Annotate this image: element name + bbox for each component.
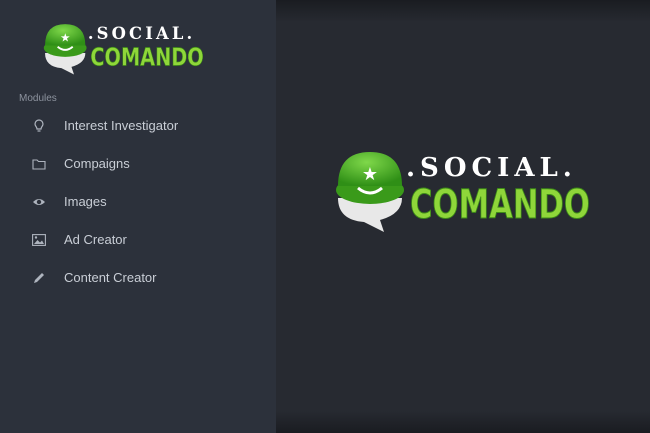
nav-item-label: Content Creator (64, 270, 157, 285)
sidebar: ★ .SOCIAL. COMANDO Modules Interest Inve… (0, 0, 276, 433)
nav-item-ad-creator[interactable]: Ad Creator (0, 221, 276, 259)
modules-section-label: Modules (19, 93, 57, 104)
brand-word-social: .SOCIAL. (406, 153, 577, 183)
main-brand-logo: ★ .SOCIAL. COMANDO (330, 146, 600, 234)
nav-item-images[interactable]: Images (0, 183, 276, 221)
svg-text:★: ★ (362, 164, 378, 184)
brand-logo[interactable]: ★ .SOCIAL. COMANDO (40, 20, 210, 76)
nav-item-content-creator[interactable]: Content Creator (0, 259, 276, 297)
svg-text:★: ★ (60, 33, 70, 45)
brand-word-comando: COMANDO (410, 182, 590, 228)
lightbulb-icon (32, 119, 46, 133)
brand-word-social: .SOCIAL. (88, 24, 196, 43)
pencil-icon (32, 271, 46, 285)
nav-item-label: Interest Investigator (64, 118, 179, 133)
nav-item-label: Ad Creator (64, 232, 127, 247)
nav-item-compaigns[interactable]: Compaigns (0, 145, 276, 183)
folder-icon (32, 157, 46, 171)
nav-item-label: Images (64, 194, 107, 209)
brand-word-comando: COMANDO (90, 43, 203, 72)
eye-icon (32, 195, 46, 209)
image-icon (32, 233, 46, 247)
nav-item-label: Compaigns (64, 156, 130, 171)
nav-item-interest-investigator[interactable]: Interest Investigator (0, 107, 276, 145)
